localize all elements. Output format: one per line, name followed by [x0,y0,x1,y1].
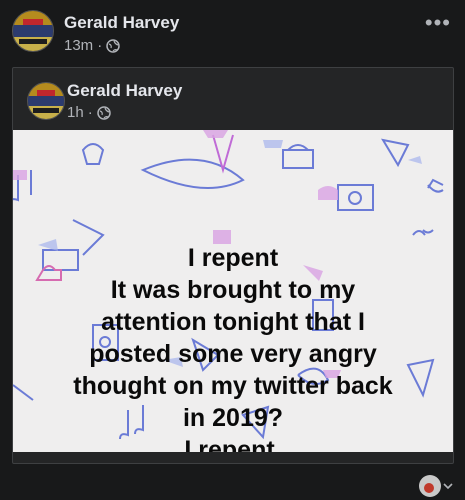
more-options-icon[interactable]: ••• [425,10,451,36]
post-image[interactable]: I repent It was brought to my attention … [13,130,453,452]
caption-line: I repent. [184,436,282,452]
caption-line: attention tonight that I [101,308,365,336]
post-timestamp[interactable]: 13m [64,37,93,54]
image-caption: I repent It was brought to my attention … [13,242,453,452]
profile-avatar[interactable] [12,10,54,52]
caption-line: I repent [187,244,279,272]
shared-post-timestamp[interactable]: 1h [67,104,84,121]
post-header: Gerald Harvey 13m · ••• [0,0,465,60]
globe-icon [106,38,120,53]
caption-line: It was brought to my [110,276,356,304]
meta-dot: · [87,104,93,121]
shared-post-card[interactable]: Gerald Harvey 1h · I repent It was broug… [12,67,454,464]
shared-profile-avatar[interactable] [27,82,65,120]
post-meta: 13m · [64,37,120,54]
caption-line: thought on my twitter back [73,372,393,400]
shared-post-meta: 1h · [67,104,111,121]
globe-icon [96,105,111,120]
chevron-down-icon[interactable] [443,481,453,491]
caption-line: posted some very angry [89,340,377,368]
caption-line: in 2019? [182,404,284,432]
post-author-name[interactable]: Gerald Harvey [64,13,179,33]
shared-post-author-name[interactable]: Gerald Harvey [67,81,182,101]
meta-dot: · [97,37,103,54]
reaction-selector[interactable] [419,475,453,497]
reactor-avatar[interactable] [419,475,441,497]
